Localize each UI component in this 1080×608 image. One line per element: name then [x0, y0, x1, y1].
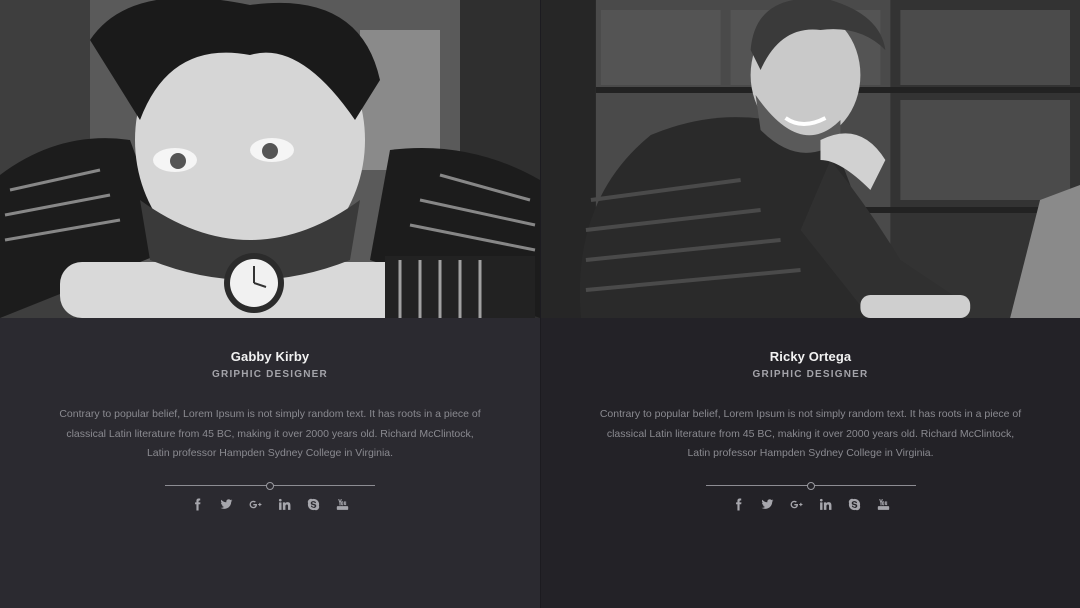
google-plus-icon[interactable] [248, 497, 264, 513]
member-bio: Contrary to popular belief, Lorem Ipsum … [59, 408, 481, 459]
linkedin-icon[interactable] [277, 497, 293, 513]
skype-icon[interactable] [306, 497, 322, 513]
team-card-ricky: Ricky Ortega GRIPHIC DESIGNER Contrary t… [540, 0, 1080, 608]
facebook-icon[interactable] [190, 497, 206, 513]
member-bio: Contrary to popular belief, Lorem Ipsum … [599, 408, 1022, 459]
social-links [0, 497, 540, 513]
linkedin-icon[interactable] [817, 497, 833, 513]
twitter-icon[interactable] [219, 497, 235, 513]
skype-icon[interactable] [846, 497, 862, 513]
member-name: Ricky Ortega [769, 349, 852, 364]
member-photo [541, 0, 1080, 318]
twitter-icon[interactable] [759, 497, 775, 513]
team-card-gabby: Gabby Kirby GRIPHIC DESIGNER Contrary to… [0, 0, 540, 608]
divider [165, 481, 375, 491]
member-photo [0, 0, 540, 318]
social-links [541, 497, 1080, 513]
member-info: Ricky Ortega GRIPHIC DESIGNER Contrary t… [541, 318, 1080, 608]
member-name: Gabby Kirby [230, 349, 310, 364]
team-section: Gabby Kirby GRIPHIC DESIGNER Contrary to… [0, 0, 1080, 608]
google-plus-icon[interactable] [788, 497, 804, 513]
member-role: GRIPHIC DESIGNER [212, 369, 328, 380]
member-info: Gabby Kirby GRIPHIC DESIGNER Contrary to… [0, 318, 540, 608]
youtube-icon[interactable] [335, 497, 351, 513]
youtube-icon[interactable] [875, 497, 891, 513]
divider-dot [266, 481, 274, 490]
divider [705, 481, 916, 491]
member-role: GRIPHIC DESIGNER [752, 369, 869, 380]
facebook-icon[interactable] [730, 497, 746, 513]
divider-dot [806, 481, 815, 490]
